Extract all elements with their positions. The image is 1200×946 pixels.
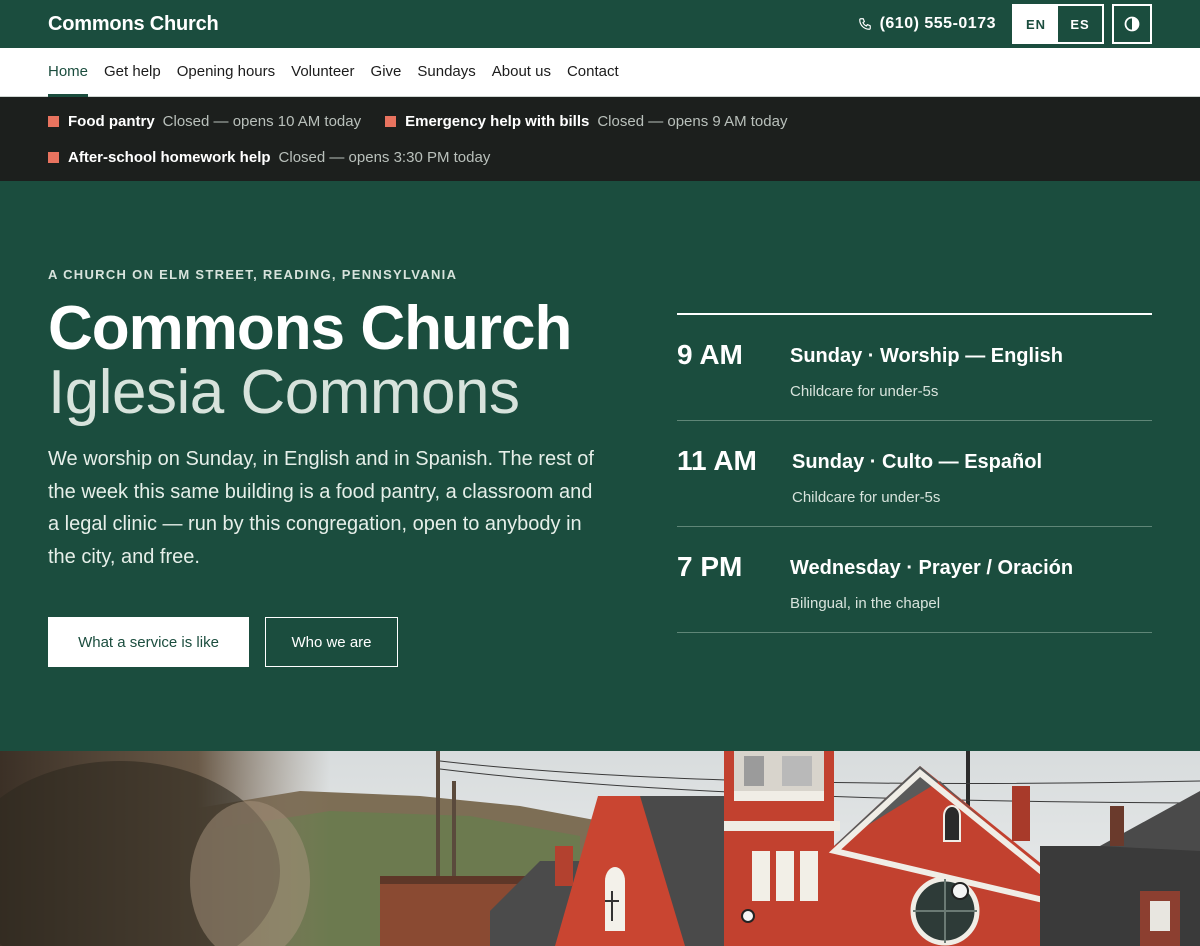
schedule-time: 7 PM [677, 551, 743, 582]
hero-description: We worship on Sunday, in English and in … [48, 448, 594, 568]
status-item-emergency-bills[interactable]: Emergency help with bills Closed — opens… [385, 109, 787, 133]
contrast-icon [1124, 16, 1140, 32]
status-item-name: After-school homework help [68, 148, 271, 166]
schedule-row: 9 AM Sunday · Worship — English Childcar… [677, 315, 1152, 421]
hero-section: A CHURCH ON ELM STREET, READING, PENNSYL… [0, 181, 1200, 751]
phone-link[interactable]: (610) 555-0173 [858, 15, 996, 33]
nav-about-us[interactable]: About us [492, 48, 551, 96]
language-switcher: EN ES [1012, 4, 1104, 44]
service-status-strip: Food pantry Closed — opens 10 AM today E… [0, 97, 1200, 181]
status-item-state: Closed — opens 9 AM today [597, 112, 788, 130]
top-bar: Commons Church (610) 555-0173 EN ES [0, 0, 1200, 48]
lang-es-button[interactable]: ES [1058, 6, 1102, 42]
schedule-title: Sunday · Culto — Español [792, 451, 1043, 473]
schedule-title: Wednesday · Prayer / Oración [790, 557, 1074, 579]
nav-contact[interactable]: Contact [567, 48, 619, 96]
hero-eyebrow: A CHURCH ON ELM STREET, READING, PENNSYL… [48, 267, 458, 282]
closed-indicator-icon [48, 115, 59, 127]
main-nav: Home Get help Opening hours Volunteer Gi… [0, 48, 1200, 97]
nav-sundays[interactable]: Sundays [417, 48, 475, 96]
status-item-homework-help[interactable]: After-school homework help Closed — open… [48, 145, 490, 169]
hero-title: Commons Church [48, 294, 572, 363]
schedule-note: Childcare for under-5s [790, 383, 939, 400]
nav-get-help[interactable]: Get help [104, 48, 161, 96]
status-item-state: Closed — opens 10 AM today [162, 112, 362, 130]
schedule-time: 9 AM [677, 339, 743, 370]
nav-home[interactable]: Home [48, 48, 89, 97]
schedule-title: Sunday · Worship — English [790, 345, 1063, 367]
what-a-service-is-like-button[interactable]: What a service is like [48, 617, 249, 667]
closed-indicator-icon [385, 115, 397, 127]
phone-number: (610) 555-0173 [879, 15, 996, 32]
schedule-note: Childcare for under-5s [792, 489, 941, 506]
nav-opening-hours[interactable]: Opening hours [177, 48, 275, 96]
status-item-name: Food pantry [68, 112, 155, 130]
schedule-row: 11 AM Sunday · Culto — Español Childcare… [677, 421, 1152, 527]
nav-give[interactable]: Give [371, 48, 402, 96]
status-item-food-pantry[interactable]: Food pantry Closed — opens 10 AM today [48, 109, 361, 133]
church-photo [0, 751, 1200, 946]
hero-subtitle: Iglesia Commons [48, 358, 520, 427]
service-schedule: 9 AM Sunday · Worship — English Childcar… [677, 313, 1152, 633]
status-item-name: Emergency help with bills [405, 112, 590, 130]
schedule-time: 11 AM [677, 445, 757, 476]
schedule-note: Bilingual, in the chapel [790, 595, 941, 612]
lang-en-button[interactable]: EN [1014, 6, 1058, 42]
site-logo[interactable]: Commons Church [48, 13, 219, 36]
who-we-are-button[interactable]: Who we are [265, 617, 398, 667]
schedule-row: 7 PM Wednesday · Prayer / Oración Biling… [677, 527, 1152, 633]
church-building-illustration [0, 751, 1200, 946]
status-item-state: Closed — opens 3:30 PM today [278, 148, 491, 166]
top-actions: (610) 555-0173 EN ES [858, 4, 1152, 44]
nav-volunteer[interactable]: Volunteer [291, 48, 354, 96]
phone-icon [858, 18, 871, 30]
contrast-toggle-button[interactable] [1112, 4, 1152, 44]
closed-indicator-icon [48, 151, 59, 163]
